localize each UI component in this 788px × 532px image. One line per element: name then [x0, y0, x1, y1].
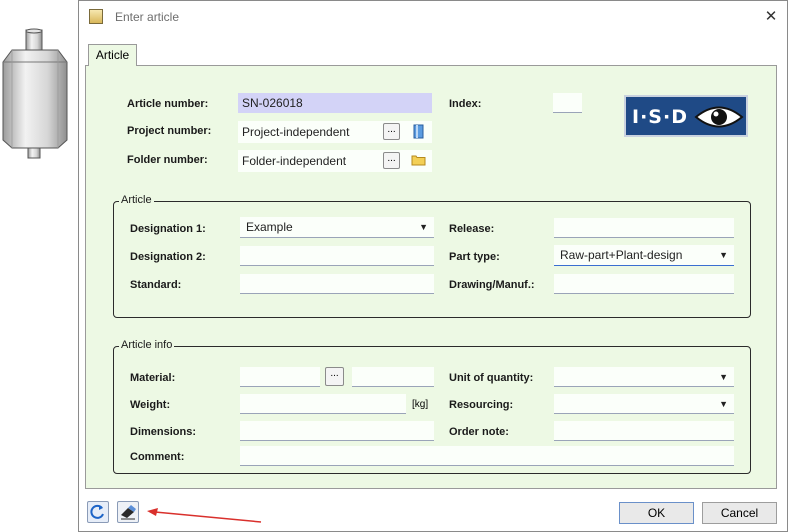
project-number-label: Project number: [127, 125, 212, 137]
isd-logo: I·S·D [624, 95, 748, 137]
eraser-button[interactable] [117, 501, 139, 523]
material-field[interactable] [240, 367, 320, 387]
drawing-manuf-label: Drawing/Manuf.: [449, 279, 535, 291]
designation2-label: Designation 2: [130, 251, 206, 263]
unit-of-quantity-label: Unit of quantity: [449, 372, 534, 384]
part-preview-image [2, 28, 68, 159]
eraser-icon [121, 505, 136, 520]
comment-field[interactable] [240, 446, 734, 466]
part-type-label: Part type: [449, 251, 500, 263]
refresh-icon [90, 504, 104, 519]
release-label: Release: [449, 223, 495, 235]
folder-browse-button[interactable]: ... [383, 152, 400, 169]
chevron-down-icon: ▼ [719, 372, 728, 382]
release-field[interactable] [554, 218, 734, 238]
part-type-select[interactable]: Raw-part+Plant-design ▼ [554, 245, 734, 266]
index-label: Index: [449, 98, 482, 110]
order-note-field[interactable] [554, 421, 734, 441]
article-group: Article Designation 1: Example ▼ Designa… [113, 194, 751, 318]
order-note-label: Order note: [449, 426, 509, 438]
part-type-value: Raw-part+Plant-design [560, 248, 683, 262]
dimensions-field[interactable] [240, 421, 434, 441]
designation1-label: Designation 1: [130, 223, 206, 235]
standard-label: Standard: [130, 279, 182, 291]
designation1-value: Example [246, 220, 293, 234]
article-number-field[interactable]: SN-026018 [238, 93, 432, 113]
article-panel: Article number: SN-026018 Project number… [85, 65, 777, 489]
article-number-label: Article number: [127, 98, 209, 110]
designation2-field[interactable] [240, 246, 434, 266]
ok-button[interactable]: OK [619, 502, 694, 524]
chevron-down-icon: ▼ [419, 222, 428, 232]
index-field[interactable] [553, 93, 582, 113]
enter-article-dialog: Enter article ✕ Article Article number: … [78, 0, 788, 532]
dimensions-label: Dimensions: [130, 426, 197, 438]
folder-number-field: Folder-independent [238, 150, 432, 172]
isd-logo-text: I·S·D [632, 106, 688, 128]
window-title: Enter article [115, 10, 180, 24]
close-button[interactable]: ✕ [761, 7, 781, 27]
project-book-icon[interactable] [413, 124, 425, 139]
comment-label: Comment: [130, 451, 185, 463]
resourcing-select[interactable]: ▼ [554, 394, 734, 414]
weight-field[interactable] [240, 394, 406, 414]
weight-unit: [kg] [412, 399, 429, 410]
title-bar: Enter article ✕ [79, 1, 787, 33]
folder-number-label: Folder number: [127, 154, 208, 166]
standard-field[interactable] [240, 274, 434, 294]
project-browse-button[interactable]: ... [383, 123, 400, 140]
tab-article[interactable]: Article [88, 44, 137, 66]
cancel-button[interactable]: Cancel [702, 502, 777, 524]
material-label: Material: [130, 372, 176, 384]
eye-logo-icon [694, 106, 744, 128]
material-extra-field[interactable] [352, 367, 434, 387]
folder-icon[interactable] [411, 154, 426, 166]
drawing-manuf-field[interactable] [554, 274, 734, 294]
weight-label: Weight: [130, 399, 171, 411]
article-info-group: Article info Material: ... Weight: [kg] … [113, 339, 751, 474]
designation1-select[interactable]: Example ▼ [240, 217, 434, 238]
project-number-field: Project-independent [238, 121, 432, 143]
chevron-down-icon: ▼ [719, 250, 728, 260]
refresh-button[interactable] [87, 501, 109, 523]
annotation-arrow-icon [147, 508, 262, 523]
material-browse-button[interactable]: ... [325, 367, 344, 386]
resourcing-label: Resourcing: [449, 399, 514, 411]
unit-of-quantity-select[interactable]: ▼ [554, 367, 734, 387]
app-icon [89, 9, 103, 24]
article-group-title: Article [119, 194, 154, 206]
article-info-group-title: Article info [119, 339, 175, 351]
chevron-down-icon: ▼ [719, 399, 728, 409]
